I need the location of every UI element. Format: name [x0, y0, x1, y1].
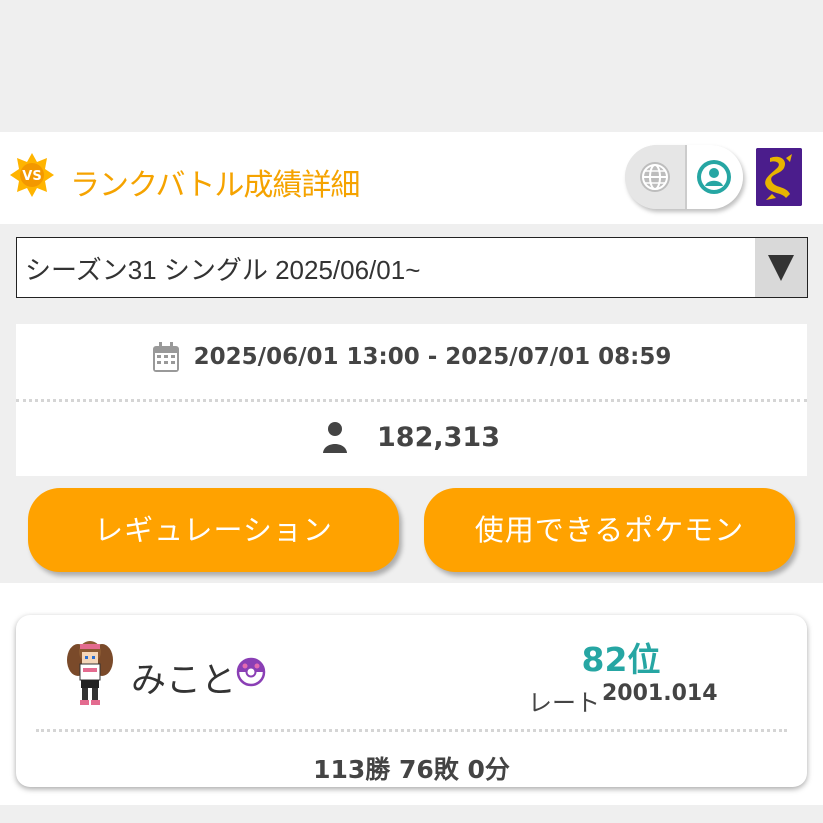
- dotted-divider: [36, 729, 787, 732]
- vs-badge-icon: VS: [10, 153, 54, 197]
- player-count-text: 182,313: [377, 421, 500, 453]
- rate-value: 2001.014: [602, 681, 718, 706]
- global-toggle-option[interactable]: [625, 145, 685, 209]
- dotted-divider: [16, 399, 807, 402]
- person-icon: [697, 160, 731, 194]
- view-toggle[interactable]: [625, 145, 743, 209]
- win-loss-record: 113勝 76敗 0分: [313, 755, 510, 784]
- season-info-card: 2025/06/01 13:00 - 2025/07/01 08:59 182,…: [16, 324, 807, 476]
- season-period-text: 2025/06/01 13:00 - 2025/07/01 08:59: [193, 344, 672, 370]
- master-ball-icon: [236, 657, 266, 687]
- page-title: ランクバトル成績詳細: [70, 168, 360, 203]
- player-card[interactable]: みこと 82位 レート 2001.014 113勝 76敗 0分: [16, 615, 807, 787]
- regulation-button[interactable]: レギュレーション: [28, 488, 399, 572]
- dropdown-arrow-icon[interactable]: [755, 238, 807, 297]
- next-section-edge: [16, 805, 807, 823]
- user-icon: [323, 422, 347, 453]
- season-select-value: シーズン31 シングル 2025/06/01~: [25, 255, 421, 285]
- player-name: みこと: [131, 661, 237, 701]
- personal-toggle-option[interactable]: [685, 145, 743, 209]
- usable-pokemon-button[interactable]: 使用できるポケモン: [424, 488, 795, 572]
- trainer-avatar: [67, 641, 113, 705]
- rate-label: レート: [528, 689, 600, 717]
- emblem-icon: [756, 148, 802, 206]
- top-blank-area: [0, 0, 823, 132]
- globe-icon: [640, 162, 670, 192]
- player-count-row: 182,313: [16, 421, 807, 460]
- calendar-icon: [152, 342, 179, 372]
- season-select[interactable]: シーズン31 シングル 2025/06/01~: [16, 237, 808, 298]
- season-period-row: 2025/06/01 13:00 - 2025/07/01 08:59: [16, 341, 807, 379]
- player-rank: 82位: [581, 640, 661, 679]
- vs-badge-text: VS: [22, 169, 41, 184]
